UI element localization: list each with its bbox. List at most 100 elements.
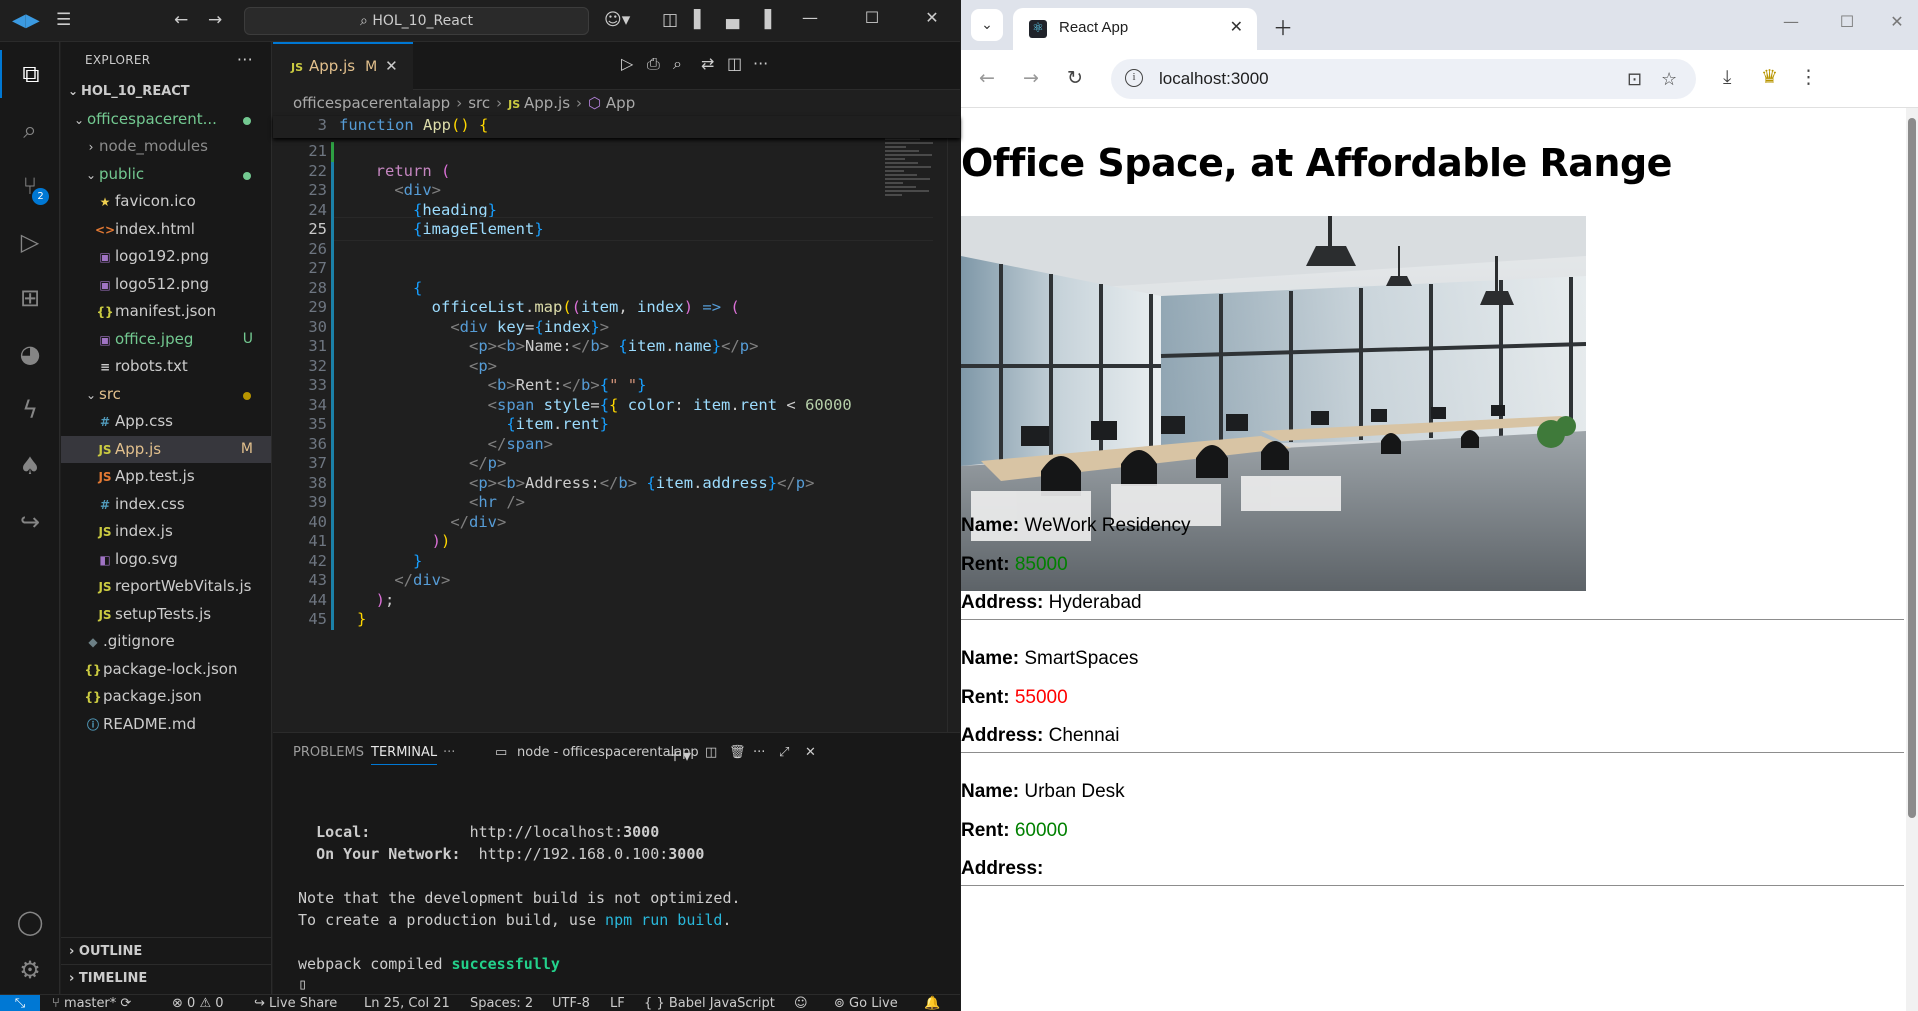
quokka-icon[interactable]: ◕ [0, 330, 60, 378]
toggle-secondary-sidebar-icon[interactable]: ▐ [758, 10, 771, 30]
new-tab-icon[interactable]: ＋ [1273, 12, 1293, 41]
terminal-cursor[interactable]: ▯ [298, 975, 307, 993]
notifications-bell-icon[interactable]: 🔔 [924, 995, 940, 1011]
remote-indicator-icon[interactable]: ⤡ [0, 995, 40, 1011]
search-view-icon[interactable]: ⌕ [0, 106, 60, 154]
tab-react-app[interactable]: ⚛ React App ✕ [1013, 8, 1257, 50]
close-window-icon[interactable]: ✕ [1877, 12, 1917, 31]
url-text[interactable]: localhost:3000 [1159, 69, 1269, 89]
run-icon[interactable]: ▷ [621, 54, 633, 73]
manage-gear-icon[interactable]: ⚙ [0, 946, 60, 994]
minimize-icon[interactable]: — [790, 8, 830, 27]
more-icon[interactable]: ··· [753, 54, 768, 73]
forward-arrow-icon[interactable]: → [208, 10, 222, 30]
tree-file[interactable]: JS App.js M [61, 435, 271, 463]
reload-icon[interactable]: ↻ [1067, 67, 1083, 89]
close-tab-icon[interactable]: ✕ [385, 57, 398, 75]
live-share-status[interactable]: ↪ Live Share [254, 995, 337, 1011]
network-url[interactable]: http://192.168.0.100: [479, 845, 669, 863]
compare-icon[interactable]: ⇄ [701, 54, 714, 73]
project-root[interactable]: ⌄ HOL_10_REACT [61, 78, 271, 106]
problems-indicator[interactable]: ⊗ 0 ⚠ 0 [172, 995, 224, 1011]
chrome-menu-icon[interactable]: ⋮ [1799, 66, 1818, 88]
source-control-icon[interactable]: ⑂ 2 [0, 162, 60, 210]
tree-file[interactable]: # index.css [61, 491, 271, 519]
panel-more-icon[interactable]: ··· [443, 745, 455, 760]
editor-scrollbar[interactable] [947, 116, 959, 732]
tab-app-js[interactable]: JS App.js M ✕ [273, 42, 413, 90]
cursor-position[interactable]: Ln 25, Col 21 [364, 995, 450, 1011]
address-bar[interactable]: i localhost:3000 ⊡ ☆ [1111, 59, 1696, 99]
maximize-panel-icon[interactable]: ⤢ [779, 745, 789, 760]
tree-file[interactable]: ▣ office.jpeg U [61, 326, 271, 354]
copilot-status-icon[interactable]: ☺ [794, 995, 808, 1011]
indentation[interactable]: Spaces: 2 [470, 995, 533, 1011]
tree-file[interactable]: ⓘ README.md [61, 711, 271, 739]
extensions-icon[interactable]: ⊞ [0, 274, 60, 322]
lightning-icon[interactable]: ϟ [0, 386, 60, 434]
split-terminal-icon[interactable]: ◫ [705, 745, 717, 760]
menu-icon[interactable]: ☰ [56, 10, 71, 30]
site-info-icon[interactable]: i [1125, 69, 1143, 87]
download-icon[interactable]: ⤓ [1723, 66, 1731, 88]
tree-file[interactable]: JS reportWebVitals.js [61, 573, 271, 601]
tab-search-chevron-icon[interactable]: ⌄ [971, 9, 1003, 41]
tree-folder[interactable]: ⌄ src [61, 381, 271, 409]
outline-section[interactable]: › OUTLINE [61, 937, 272, 964]
tree-file[interactable]: ≡ robots.txt [61, 353, 271, 381]
minimize-icon[interactable]: — [1771, 12, 1811, 31]
timeline-section[interactable]: › TIMELINE [61, 964, 272, 991]
tree-file[interactable]: {}package.json [61, 683, 271, 711]
tree-folder[interactable]: ⌄ public [61, 161, 271, 189]
tree-file[interactable]: JS index.js [61, 518, 271, 546]
local-url[interactable]: http://localhost: [470, 823, 624, 841]
breadcrumb-item[interactable]: src [468, 94, 490, 112]
explorer-icon[interactable]: ⧉ [0, 50, 60, 98]
go-live-button[interactable]: ⊚ Go Live [834, 995, 898, 1011]
code-editor[interactable]: 3 function App() { 21 22 return (23 <div>… [273, 116, 960, 732]
bookmark-star-icon[interactable]: ☆ [1661, 69, 1677, 90]
tree-folder[interactable]: ⌄ officespacerent... [61, 106, 271, 134]
tree-file[interactable]: ◧ logo.svg [61, 546, 271, 574]
breadcrumb-item[interactable]: App.js [524, 94, 570, 112]
tree-file[interactable]: ▣ logo192.png [61, 243, 271, 271]
tree-file[interactable]: <>index.html [61, 216, 271, 244]
encoding[interactable]: UTF-8 [552, 995, 590, 1011]
accounts-icon[interactable]: ◯ [0, 898, 60, 946]
breadcrumb-item[interactable]: officespacerentalapp [293, 94, 450, 112]
live-share-icon[interactable]: ↪ [0, 498, 60, 546]
scrollbar-thumb[interactable] [1908, 118, 1916, 818]
close-icon[interactable]: ✕ [912, 8, 952, 27]
page-scrollbar[interactable] [1906, 108, 1918, 1011]
run-debug-icon[interactable]: ▷ [0, 218, 60, 266]
tree-file[interactable]: ◆ .gitignore [61, 628, 271, 656]
tree-file[interactable]: {}package-lock.json [61, 656, 271, 684]
trash-icon[interactable]: 🗑 [729, 745, 746, 760]
maximize-icon[interactable]: ☐ [852, 8, 892, 27]
toggle-sidebar-icon[interactable]: ▌ [694, 10, 707, 30]
tree-folder[interactable]: › node_modules [61, 133, 271, 161]
tree-file[interactable]: ▣ logo512.png [61, 271, 271, 299]
tab-terminal[interactable]: TERMINAL [371, 745, 438, 765]
preview-icon[interactable]: ⌕ [673, 54, 682, 74]
install-app-icon[interactable]: ⊡ [1627, 69, 1642, 90]
command-center-search[interactable]: ⌕ HOL_10_React [244, 7, 589, 35]
tree-file[interactable]: # App.css [61, 408, 271, 436]
close-tab-icon[interactable]: ✕ [1230, 17, 1243, 36]
toggle-panel-icon[interactable]: ▄ [726, 10, 739, 30]
back-arrow-icon[interactable]: ← [174, 10, 188, 30]
line-ending[interactable]: LF [610, 995, 625, 1011]
mongodb-leaf-icon[interactable]: ♠ [0, 442, 60, 490]
panel-more-actions-icon[interactable]: ··· [753, 745, 765, 760]
extension-icon[interactable]: ♛ [1761, 66, 1778, 88]
maximize-icon[interactable]: ☐ [1827, 12, 1867, 31]
tree-file[interactable]: JS App.test.js [61, 463, 271, 491]
split-editor-icon[interactable]: ◫ [727, 54, 742, 73]
new-terminal-icon[interactable]: ＋▾ [667, 742, 691, 766]
sticky-scroll[interactable]: 3 function App() { [273, 116, 960, 138]
language-mode[interactable]: { } Babel JavaScript [644, 995, 775, 1011]
print-icon[interactable]: ⎙ [647, 54, 660, 74]
breadcrumb-item[interactable]: App [606, 94, 635, 112]
tab-problems[interactable]: PROBLEMS [293, 745, 364, 760]
tree-file[interactable]: ★ favicon.ico [61, 188, 271, 216]
